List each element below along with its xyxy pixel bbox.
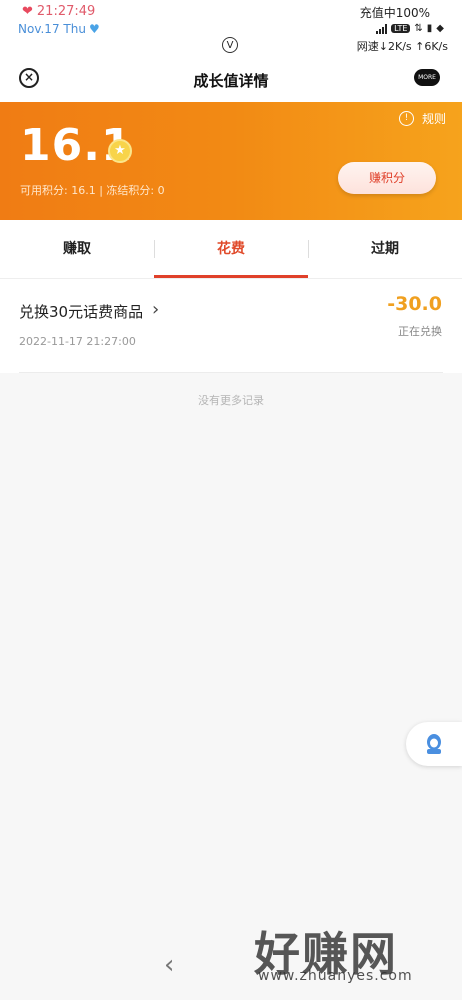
status-time: ❤ 21:27:49 xyxy=(22,4,96,19)
chevron-right-icon: › xyxy=(152,299,160,320)
list-item[interactable]: 兑换30元话费商品 › 2022-11-17 21:27:00 -30.0 正在… xyxy=(0,279,462,373)
network-speed: 网速↓2K/s ↑6K/s xyxy=(356,40,448,53)
points-summary: 可用积分: 16.1 | 冻结积分: 0 xyxy=(20,184,165,197)
info-icon: ! xyxy=(398,111,414,126)
data-arrows-icon: ⇅ xyxy=(414,23,423,34)
record-title: 兑换30元话费商品 xyxy=(19,303,144,321)
no-more-records: 没有更多记录 xyxy=(198,394,264,407)
tab-expired[interactable]: 过期 xyxy=(308,220,462,278)
charging-status: 充值中100% xyxy=(359,6,430,20)
rules-label: 规则 xyxy=(421,112,446,126)
heart-icon: ❤ xyxy=(22,4,33,19)
service-icon xyxy=(427,734,441,754)
rules-link[interactable]: ! 规则 xyxy=(398,110,446,127)
watermark-url: www.zhuanyes.com xyxy=(258,968,413,984)
record-status: 正在兑换 xyxy=(398,325,442,338)
blue-heart-icon: ♥ xyxy=(88,22,100,36)
signal-indicators: LTE ⇅ ▮ ◆ xyxy=(376,23,444,34)
battery-icon: ▮ xyxy=(426,23,433,34)
page-title: 成长值详情 xyxy=(193,72,269,90)
points-header: ! 规则 16.1 ★ 可用积分: 16.1 | 冻结积分: 0 赚积分 xyxy=(0,102,462,220)
signal-icon xyxy=(376,23,388,34)
record-time: 2022-11-17 21:27:00 xyxy=(19,335,136,348)
vpn-icon: V xyxy=(222,37,238,53)
tab-bar: 赚取 花费 过期 xyxy=(0,220,462,279)
tab-earn[interactable]: 赚取 xyxy=(0,220,154,278)
more-button[interactable]: MORE xyxy=(414,69,440,86)
tab-spend[interactable]: 花费 xyxy=(154,220,308,278)
record-amount: -30.0 xyxy=(387,293,442,315)
wifi-icon: ◆ xyxy=(436,23,444,34)
active-tab-indicator xyxy=(154,275,308,278)
status-bar: ❤ 21:27:49 Nov.17 Thu ♥ 充值中100% LTE ⇅ ▮ ◆ … xyxy=(0,0,462,58)
coin-icon: ★ xyxy=(108,139,132,163)
divider xyxy=(19,372,443,373)
status-date: Nov.17 Thu ♥ xyxy=(18,22,100,36)
title-bar: × 成长值详情 MORE xyxy=(0,58,462,102)
lte-badge: LTE xyxy=(391,24,411,33)
back-arrow-icon[interactable]: ‹ xyxy=(164,950,174,980)
customer-service-button[interactable] xyxy=(406,722,462,766)
earn-points-button[interactable]: 赚积分 xyxy=(338,162,436,194)
